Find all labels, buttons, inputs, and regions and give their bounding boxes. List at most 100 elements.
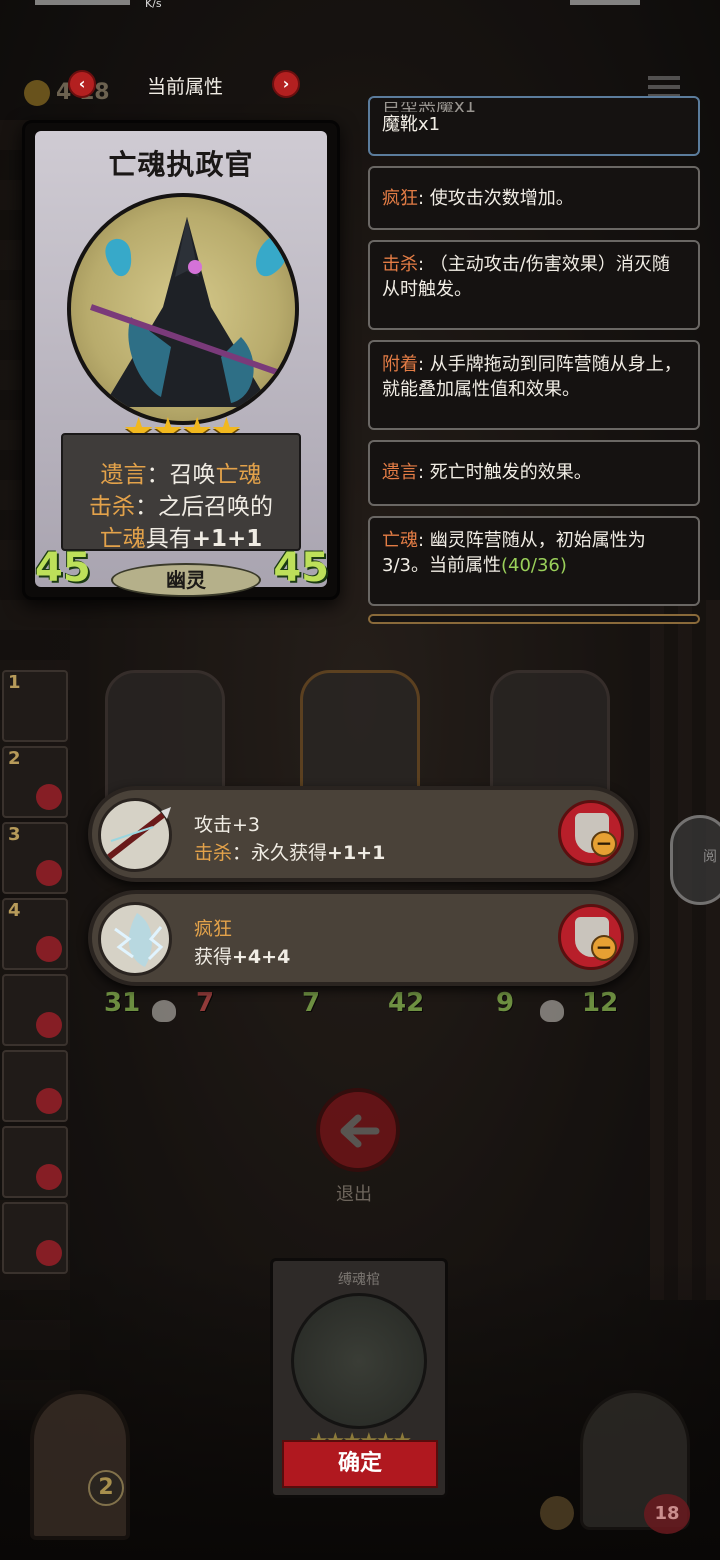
item-entry: 巨型恶魔x1 (382, 102, 686, 112)
next-page-button[interactable]: › (272, 70, 300, 98)
minion-attack: 9 (496, 988, 515, 1018)
gate-level-badge: 2 (88, 1470, 124, 1506)
minion-attack: 7 (302, 988, 321, 1018)
item-entry: 魔靴x1 (382, 114, 441, 135)
panel-keyword: 疯狂 (382, 188, 418, 209)
ability-bonus: +1+1 (191, 526, 263, 552)
ability-line-2: 击杀：之后召唤的 (63, 487, 299, 521)
torch-icon (540, 1496, 574, 1530)
history-slot[interactable] (2, 1126, 68, 1198)
side-read-label: 阅 (703, 849, 717, 865)
keyword-panel-kill: 击杀: （主动攻击/伤害效果）消灭随从时触发。 (368, 240, 700, 330)
card-portrait (67, 193, 299, 425)
arrow-left-icon (340, 1114, 380, 1148)
effect-text: ：永久获得 (232, 842, 328, 864)
ability-line-1: 遗言：召唤亡魂 (63, 455, 299, 489)
skull-icon (540, 1000, 564, 1022)
ability-line-3: 亡魂具有+1+1 (63, 519, 299, 553)
card-attack: 45 (35, 545, 91, 591)
history-slot[interactable] (2, 974, 68, 1046)
skull-icon (36, 1164, 62, 1190)
minion-card: 亡魂执政官 ★★★★ 遗言：召唤亡魂 击杀：之后召唤的 亡魂具有+1+1 45 … (22, 120, 340, 600)
skull-icon (36, 1088, 62, 1114)
effect-bonus: +4+4 (232, 946, 291, 968)
selected-card-portrait (291, 1293, 427, 1429)
effect-bar: 攻击+3 击杀：永久获得+1+1 − (88, 786, 638, 882)
keyword-deathrattle: 遗言 (100, 462, 147, 488)
back-button[interactable] (316, 1088, 400, 1172)
history-slot[interactable]: 2 (2, 746, 68, 818)
keyword-kill: 击杀 (194, 842, 233, 864)
panel-text: : （主动攻击/伤害效果）消灭随从时触发。 (382, 254, 670, 300)
keyword-panel-frenzy: 疯狂: 使攻击次数增加。 (368, 166, 700, 230)
remove-effect-button[interactable]: − (558, 904, 624, 970)
skull-icon (36, 1240, 62, 1266)
skull-icon (36, 784, 62, 810)
menu-icon[interactable] (648, 76, 680, 98)
keyword-spirit: 亡魂 (99, 526, 146, 552)
back-label: 退出 (336, 1184, 372, 1205)
shop-gate[interactable] (30, 1390, 130, 1540)
keyword-panel-spirit: 亡魂: 幽灵阵营随从，初始属性为3/3。当前属性(40/36) (368, 516, 700, 606)
minion-health: 12 (582, 988, 619, 1018)
signal-icon (35, 0, 130, 5)
effect-title: 攻击+3 (194, 814, 261, 836)
spirit-current-value: (40/36) (500, 555, 567, 576)
history-index: 3 (8, 824, 21, 845)
keyword-kill: 击杀 (89, 494, 135, 520)
side-read-button[interactable]: 阅 (670, 815, 720, 905)
card-health: 45 (273, 545, 329, 591)
panel-keyword: 附着 (382, 354, 418, 375)
keyword-panel-attach: 附着: 从手牌拖动到同阵营随从身上，就能叠加属性值和效果。 (368, 340, 700, 430)
history-index: 2 (8, 748, 21, 769)
effect-text: 获得 (194, 946, 233, 968)
skull-icon (36, 936, 62, 962)
effect-desc: 击杀：永久获得+1+1 (194, 838, 385, 865)
items-panel: 巨型恶魔x1 魔靴x1 (368, 96, 700, 156)
panel-keyword: 击杀 (382, 254, 418, 275)
card-ability-text: 遗言：召唤亡魂 击杀：之后召唤的 亡魂具有+1+1 (61, 433, 301, 553)
panel-keyword: 亡魂 (382, 530, 418, 551)
confirm-button[interactable]: 确定 (282, 1440, 438, 1488)
status-bar: K/s (0, 0, 720, 14)
network-speed-unit: K/s (145, 0, 162, 10)
spear-icon (98, 798, 172, 872)
hero-health-badge: 18 (644, 1494, 690, 1534)
skull-icon (152, 1000, 176, 1022)
minion-health: 42 (388, 988, 425, 1018)
panel-text: : 死亡时触发的效果。 (418, 462, 592, 483)
effect-bonus: +1+1 (327, 842, 386, 864)
history-slot[interactable]: 1 (2, 670, 68, 742)
effect-bar: 疯狂 获得+4+4 − (88, 890, 638, 986)
panel-scroll-edge (368, 614, 700, 624)
history-slot[interactable] (2, 1202, 68, 1274)
history-index: 4 (8, 900, 21, 921)
remove-effect-button[interactable]: − (558, 800, 624, 866)
coin-icon (24, 80, 50, 106)
panel-text: : 从手牌拖动到同阵营随从身上，就能叠加属性值和效果。 (382, 354, 682, 400)
skull-icon (36, 1012, 62, 1038)
history-slot[interactable]: 3 (2, 822, 68, 894)
minion-health: 7 (196, 988, 215, 1018)
card-name: 亡魂执政官 (108, 148, 254, 181)
history-slot[interactable] (2, 1050, 68, 1122)
frenzy-icon (98, 902, 172, 976)
ability-text: ：召唤 (146, 462, 216, 488)
skull-icon (36, 860, 62, 886)
panel-text: : 使攻击次数增加。 (418, 188, 574, 209)
ability-text: 具有 (145, 526, 192, 552)
card-frame: 亡魂执政官 ★★★★ 遗言：召唤亡魂 击杀：之后召唤的 亡魂具有+1+1 (35, 131, 327, 587)
panel-keyword: 遗言 (382, 462, 418, 483)
wraith-figure-icon (90, 217, 292, 407)
effect-desc: 获得+4+4 (194, 942, 290, 969)
keyword-panel-deathrattle: 遗言: 死亡时触发的效果。 (368, 440, 700, 506)
battery-icon (570, 0, 640, 5)
attribute-header: ‹ 当前属性 › (60, 62, 310, 104)
effect-title: 疯狂 (194, 918, 233, 940)
keyword-spirit: 亡魂 (215, 462, 262, 488)
selected-card-name: 缚魂棺 (338, 1272, 380, 1288)
ability-text: ：之后召唤的 (135, 494, 273, 520)
minion-attack: 31 (104, 988, 141, 1018)
history-slot[interactable]: 4 (2, 898, 68, 970)
history-index: 1 (8, 672, 21, 693)
